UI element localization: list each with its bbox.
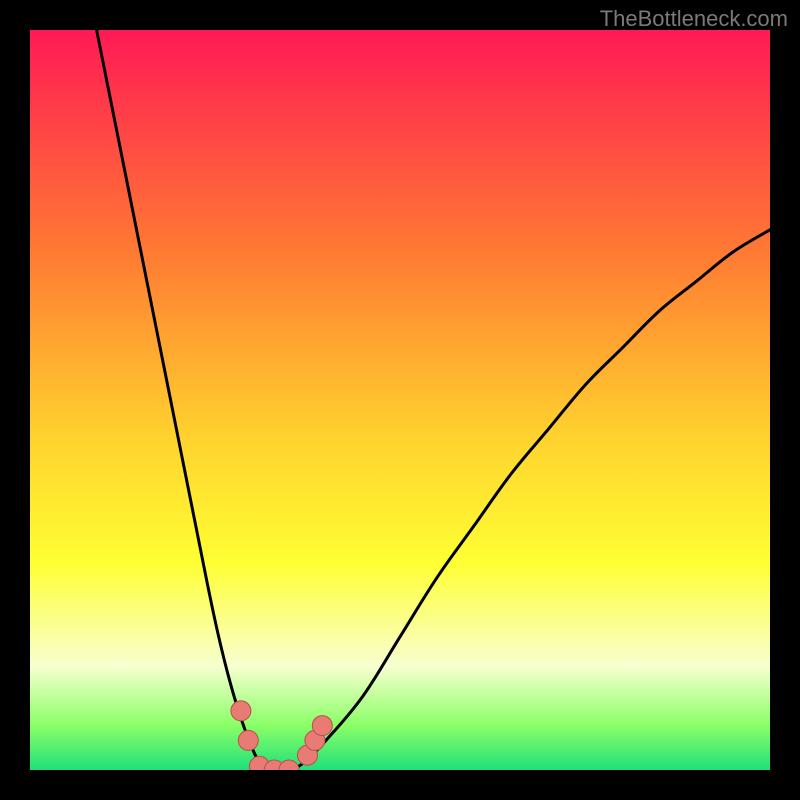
- data-marker: [238, 730, 258, 750]
- data-marker: [231, 701, 251, 721]
- chart-frame: [30, 30, 770, 770]
- watermark-text: TheBottleneck.com: [600, 6, 788, 32]
- gradient-background: [30, 30, 770, 770]
- data-marker: [312, 716, 332, 736]
- bottleneck-chart: [30, 30, 770, 770]
